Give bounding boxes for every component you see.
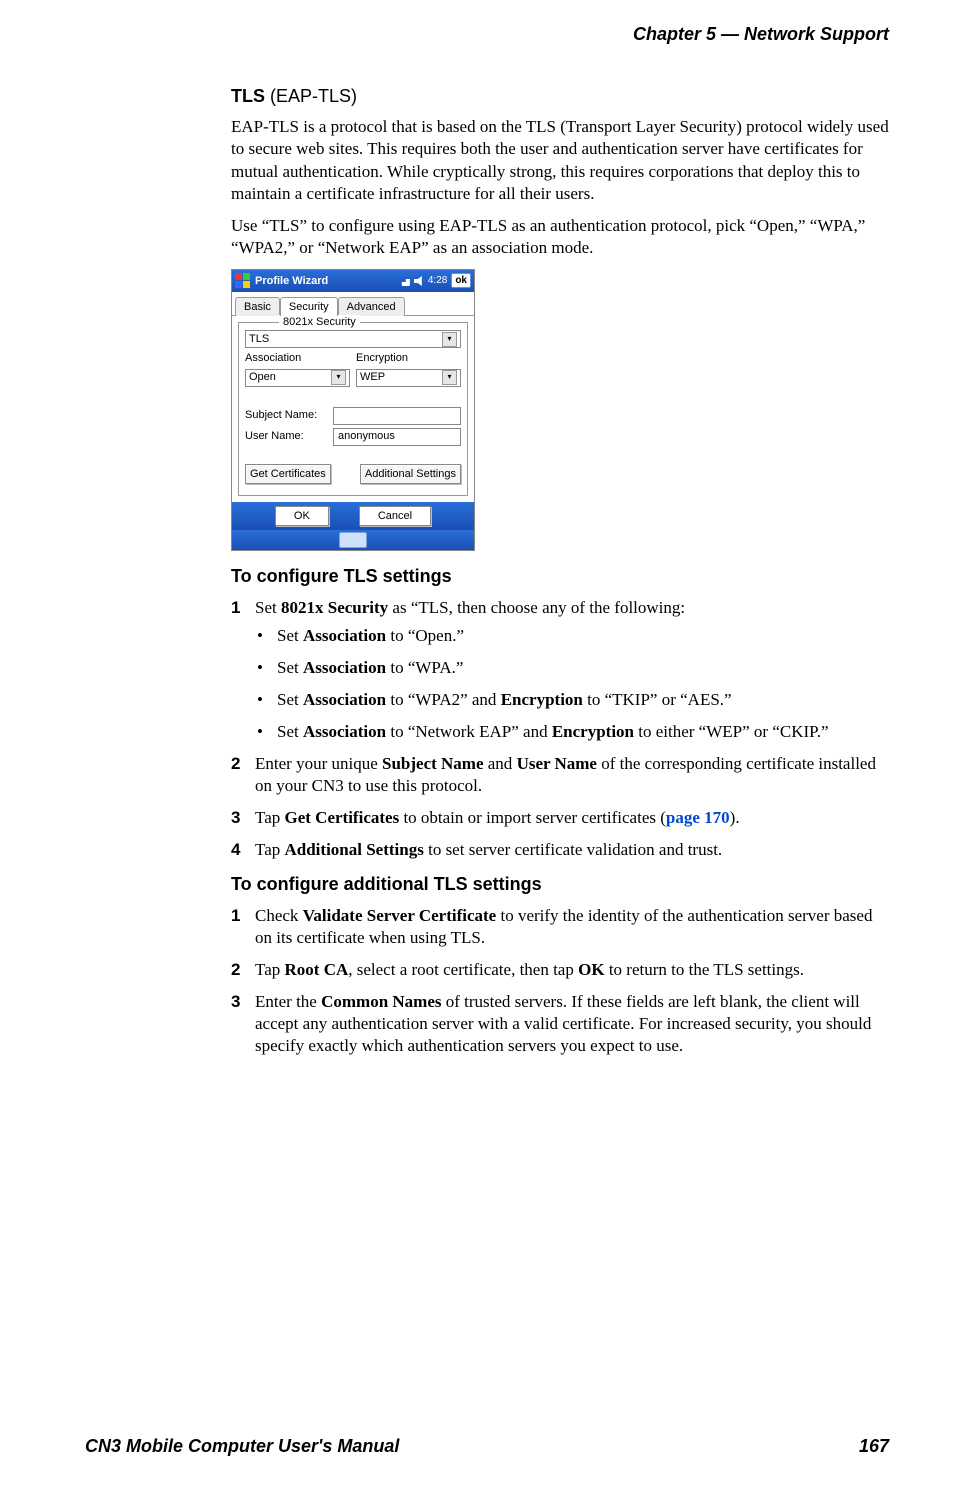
astep-2: 2 Tap Root CA, select a root certificate…: [231, 959, 889, 981]
cancel-button[interactable]: Cancel: [359, 506, 431, 526]
footer-title: CN3 Mobile Computer User's Manual: [85, 1436, 399, 1457]
chapter-header: Chapter 5 — Network Support: [85, 24, 889, 45]
step-1: 1 Set 8021x Security as “TLS, then choos…: [231, 597, 889, 743]
step-4: 4 Tap Additional Settings to set server …: [231, 839, 889, 861]
volume-icon: [414, 276, 424, 286]
section-title-bold: TLS: [231, 86, 265, 106]
tab-row: Basic Security Advanced: [232, 292, 474, 316]
security-panel: 8021x Security TLS ▾ Association Encrypt…: [238, 322, 468, 496]
step-3: 3 Tap Get Certificates to obtain or impo…: [231, 807, 889, 829]
security-type-value: TLS: [249, 332, 269, 346]
ok-titlebar-button[interactable]: ok: [451, 273, 471, 288]
page-170-link[interactable]: page 170: [666, 808, 730, 827]
user-name-input[interactable]: anonymous: [333, 428, 461, 446]
subject-name-input[interactable]: [333, 407, 461, 425]
clock: 4:28: [428, 274, 447, 287]
chevron-down-icon: ▾: [331, 370, 346, 385]
intro-para-2: Use “TLS” to configure using EAP-TLS as …: [231, 215, 889, 259]
step-num-4: 4: [231, 839, 240, 861]
bullet-wpa: Set Association to “WPA.”: [255, 657, 889, 679]
tab-advanced[interactable]: Advanced: [338, 297, 405, 316]
keyboard-icon[interactable]: [339, 532, 367, 548]
signal-icon: [398, 276, 410, 286]
encryption-dropdown[interactable]: WEP ▾: [356, 369, 461, 387]
panel-label: 8021x Security: [279, 315, 360, 329]
section-title: TLS (EAP-TLS): [231, 85, 889, 108]
subhead-additional-tls: To configure additional TLS settings: [231, 873, 889, 896]
intro-para-1: EAP-TLS is a protocol that is based on t…: [231, 116, 889, 204]
association-label: Association: [245, 351, 350, 365]
step-2: 2 Enter your unique Subject Name and Use…: [231, 753, 889, 797]
astep-num-2: 2: [231, 959, 240, 981]
windows-logo-icon: [235, 273, 251, 289]
step-num-1: 1: [231, 597, 240, 619]
titlebar: Profile Wizard 4:28 ok: [232, 270, 474, 292]
subject-name-label: Subject Name:: [245, 408, 327, 422]
section-title-paren: (EAP-TLS): [265, 86, 357, 106]
bullet-neteap: Set Association to “Network EAP” and Enc…: [255, 721, 889, 743]
user-name-label: User Name:: [245, 429, 327, 443]
footer-page-number: 167: [859, 1436, 889, 1457]
astep-3: 3 Enter the Common Names of trusted serv…: [231, 991, 889, 1057]
chevron-down-icon: ▾: [442, 370, 457, 385]
ok-button[interactable]: OK: [275, 506, 329, 526]
additional-settings-button[interactable]: Additional Settings: [360, 464, 461, 484]
encryption-label: Encryption: [356, 351, 461, 365]
encryption-value: WEP: [360, 370, 385, 384]
association-value: Open: [249, 370, 276, 384]
tab-basic[interactable]: Basic: [235, 297, 280, 316]
chevron-down-icon: ▾: [442, 332, 457, 347]
step-num-2: 2: [231, 753, 240, 775]
tab-security[interactable]: Security: [280, 297, 338, 316]
window-title: Profile Wizard: [255, 274, 398, 288]
bullet-open: Set Association to “Open.”: [255, 625, 889, 647]
bullet-wpa2: Set Association to “WPA2” and Encryption…: [255, 689, 889, 711]
subhead-configure-tls: To configure TLS settings: [231, 565, 889, 588]
association-dropdown[interactable]: Open ▾: [245, 369, 350, 387]
astep-1: 1 Check Validate Server Certificate to v…: [231, 905, 889, 949]
profile-wizard-screenshot: Profile Wizard 4:28 ok Basic Security Ad…: [231, 269, 475, 551]
astep-num-1: 1: [231, 905, 240, 927]
ok-cancel-bar: OK Cancel: [232, 502, 474, 530]
get-certificates-button[interactable]: Get Certificates: [245, 464, 331, 484]
sip-bar: [232, 530, 474, 550]
security-type-dropdown[interactable]: TLS ▾: [245, 330, 461, 348]
astep-num-3: 3: [231, 991, 240, 1013]
step-num-3: 3: [231, 807, 240, 829]
